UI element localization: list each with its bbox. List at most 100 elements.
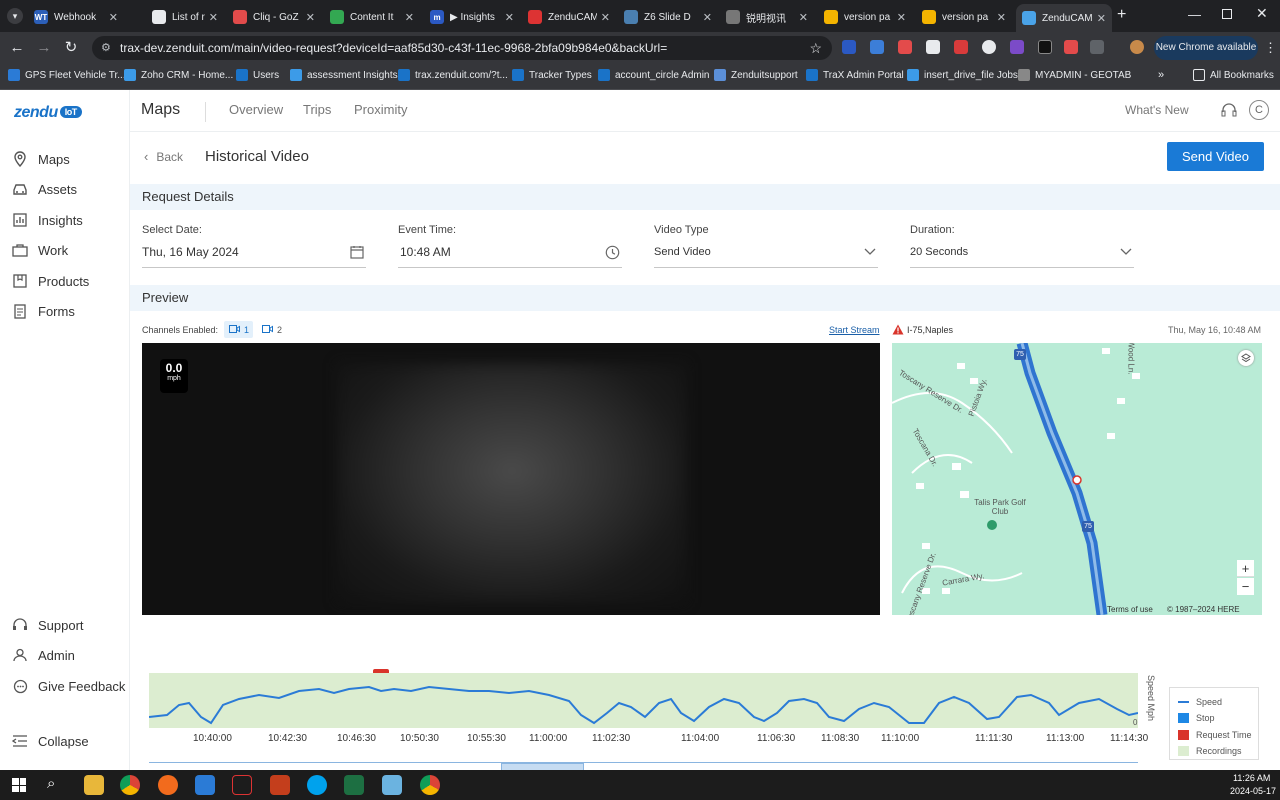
back-arrow-icon[interactable]: ←	[7, 38, 27, 58]
extension-icon[interactable]	[1064, 40, 1078, 54]
collapse-sidebar-button[interactable]: Collapse	[12, 731, 89, 751]
windows-start-icon[interactable]	[12, 778, 26, 792]
close-tab-icon[interactable]: ✕	[306, 11, 315, 24]
extension-icon[interactable]	[1038, 40, 1052, 54]
bookmark-item[interactable]: account_circle Admin	[598, 69, 710, 81]
sidebar-item-support[interactable]: Support	[12, 615, 84, 635]
video-type-select[interactable]: Send Video	[654, 242, 878, 268]
close-tab-icon[interactable]: ✕	[209, 11, 218, 24]
bookmark-item[interactable]: Zenduitsupport	[714, 69, 798, 81]
bookmark-item[interactable]: GPS Fleet Vehicle Tr...	[8, 69, 126, 81]
zendu-iot-logo[interactable]: zendu IoT	[14, 104, 82, 122]
bookmark-item[interactable]: assessment Insights	[290, 69, 398, 81]
zoom-out-button[interactable]: −	[1237, 578, 1254, 595]
close-tab-icon[interactable]: ✕	[997, 11, 1006, 24]
close-tab-icon[interactable]: ✕	[1097, 12, 1106, 25]
calendar-icon[interactable]	[350, 242, 364, 265]
extension-icon[interactable]	[982, 40, 996, 54]
zoom-in-button[interactable]: +	[1237, 560, 1254, 577]
extension-icon[interactable]	[898, 40, 912, 54]
bookmark-item[interactable]: Zoho CRM - Home...	[124, 69, 233, 81]
speed-timeline-chart[interactable]	[149, 673, 1138, 728]
address-bar[interactable]: ⚙ trax-dev.zenduit.com/main/video-reques…	[92, 36, 832, 60]
sidebar-item-admin[interactable]: Admin	[12, 645, 75, 665]
store-icon[interactable]	[195, 775, 215, 795]
restore-button[interactable]	[1222, 9, 1232, 19]
tab-trips[interactable]: Trips	[303, 102, 331, 117]
new-tab-button[interactable]: +	[1117, 6, 1126, 24]
map-view[interactable]: Toscany Reserve Dr. Pistoia Wy. Toscana …	[892, 343, 1262, 615]
timeline-scroller[interactable]	[149, 762, 1138, 771]
clock-icon[interactable]	[605, 242, 620, 266]
close-tab-icon[interactable]: ✕	[601, 11, 610, 24]
chrome-icon[interactable]	[420, 775, 440, 795]
bookmark-item[interactable]: trax.zenduit.com/?t...	[398, 69, 508, 81]
send-video-button[interactable]: Send Video	[1167, 142, 1264, 171]
map-terms-link[interactable]: Terms of use	[1107, 605, 1153, 614]
bookmark-star-icon[interactable]: ☆	[809, 36, 822, 60]
app-icon[interactable]	[158, 775, 178, 795]
tab-overview[interactable]: Overview	[229, 102, 283, 117]
duration-select[interactable]: 20 Seconds	[910, 242, 1134, 268]
sidebar-item-give-feedback[interactable]: Give Feedback	[12, 676, 125, 696]
close-tab-icon[interactable]: ✕	[405, 11, 414, 24]
browser-menu-icon[interactable]: ⋮	[1264, 40, 1277, 56]
browser-tab[interactable]: 锐明视讯 ✕	[720, 4, 814, 30]
map-layers-button[interactable]	[1238, 350, 1254, 366]
more-bookmarks-icon[interactable]: »	[1158, 69, 1164, 81]
date-picker-field[interactable]: Thu, 16 May 2024	[142, 242, 366, 268]
skype-icon[interactable]	[307, 775, 327, 795]
close-tab-icon[interactable]: ✕	[109, 11, 118, 24]
sidebar-item-maps[interactable]: Maps	[12, 149, 70, 169]
sidebar-item-products[interactable]: Products	[12, 271, 89, 291]
close-window-button[interactable]: ✕	[1256, 5, 1268, 22]
start-stream-link[interactable]: Start Stream	[829, 325, 880, 335]
channel-1-toggle[interactable]: 1	[224, 321, 253, 338]
extensions-puzzle-icon[interactable]	[1090, 40, 1104, 54]
browser-tab[interactable]: ZenduCAM ✕	[522, 4, 616, 30]
browser-tab[interactable]: version pa ✕	[916, 4, 1012, 30]
profile-avatar[interactable]	[1130, 40, 1144, 54]
time-picker-field[interactable]: 10:48 AM	[398, 242, 622, 268]
browser-tab[interactable]: ZenduCAM ✕	[1016, 4, 1112, 32]
back-link[interactable]: ‹ Back	[144, 149, 183, 164]
site-info-icon[interactable]: ⚙	[101, 36, 111, 60]
chrome-icon[interactable]	[120, 775, 140, 795]
reload-icon[interactable]: ↻	[61, 38, 81, 58]
close-tab-icon[interactable]: ✕	[897, 11, 906, 24]
browser-tab[interactable]: Content It ✕	[324, 4, 420, 30]
sidebar-item-assets[interactable]: Assets	[12, 179, 77, 199]
extension-icon[interactable]	[926, 40, 940, 54]
user-avatar[interactable]: C	[1249, 100, 1269, 120]
headset-support-icon[interactable]	[1220, 102, 1238, 123]
bookmark-item[interactable]: Users	[236, 69, 279, 81]
excel-icon[interactable]	[344, 775, 364, 795]
file-explorer-icon[interactable]	[84, 775, 104, 795]
extension-icon[interactable]	[842, 40, 856, 54]
browser-tab[interactable]: m ▶ Insights ✕	[424, 4, 520, 30]
sidebar-item-work[interactable]: Work	[12, 240, 68, 260]
close-tab-icon[interactable]: ✕	[703, 11, 712, 24]
tab-search-chevron-icon[interactable]: ▾	[7, 8, 23, 24]
whats-new-link[interactable]: What's New	[1125, 103, 1189, 117]
forward-arrow-icon[interactable]: →	[34, 38, 54, 58]
tab-proximity[interactable]: Proximity	[354, 102, 407, 117]
sidebar-item-forms[interactable]: Forms	[12, 301, 75, 321]
video-player[interactable]: 0.0 mph	[142, 343, 880, 615]
browser-tab[interactable]: Z6 Slide D ✕	[618, 4, 718, 30]
notes-icon[interactable]	[382, 775, 402, 795]
bookmark-item[interactable]: insert_drive_file Jobs	[907, 69, 1018, 81]
browser-tab[interactable]: version pa ✕	[818, 4, 912, 30]
browser-tab[interactable]: Cliq - GoZ ✕	[227, 4, 321, 30]
search-icon[interactable]: ⌕	[47, 775, 55, 792]
bookmark-item[interactable]: MYADMIN - GEOTAB	[1018, 69, 1131, 81]
close-tab-icon[interactable]: ✕	[505, 11, 514, 24]
app-icon[interactable]	[232, 775, 252, 795]
download-icon[interactable]	[870, 40, 884, 54]
channel-2-toggle[interactable]: 2	[258, 321, 287, 338]
bookmark-item[interactable]: TraX Admin Portal	[806, 69, 904, 81]
sidebar-item-insights[interactable]: Insights	[12, 210, 83, 230]
extension-icon[interactable]	[1010, 40, 1024, 54]
powerpoint-icon[interactable]	[270, 775, 290, 795]
new-chrome-available-button[interactable]: New Chrome available	[1154, 36, 1258, 60]
